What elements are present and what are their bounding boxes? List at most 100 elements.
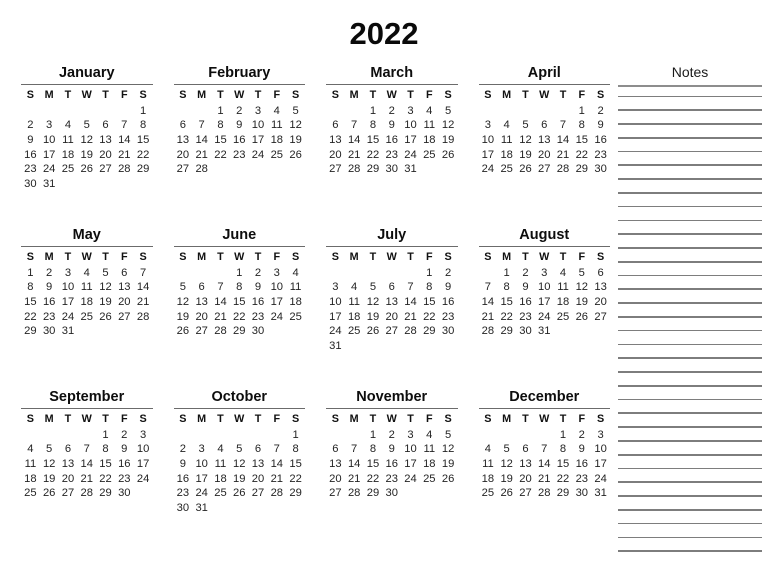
day-cell[interactable]: 10 — [535, 280, 554, 295]
day-cell[interactable]: 4 — [554, 266, 573, 281]
note-line[interactable] — [618, 426, 762, 428]
day-cell[interactable]: 30 — [115, 486, 134, 501]
day-cell[interactable]: 15 — [420, 295, 439, 310]
day-cell[interactable]: 21 — [554, 148, 573, 163]
day-cell[interactable]: 9 — [40, 280, 59, 295]
day-cell[interactable]: 23 — [382, 148, 401, 163]
day-cell[interactable]: 18 — [345, 310, 364, 325]
day-cell[interactable]: 6 — [516, 442, 535, 457]
note-line[interactable] — [618, 288, 762, 291]
day-cell[interactable]: 23 — [439, 310, 458, 325]
day-cell[interactable]: 3 — [535, 266, 554, 281]
day-cell[interactable]: 30 — [591, 162, 610, 177]
day-cell[interactable]: 11 — [286, 280, 305, 295]
day-cell[interactable]: 10 — [134, 442, 153, 457]
day-cell[interactable]: 13 — [535, 133, 554, 148]
day-cell[interactable]: 13 — [192, 295, 211, 310]
day-cell[interactable]: 25 — [420, 472, 439, 487]
day-cell[interactable]: 3 — [249, 104, 268, 119]
day-cell[interactable]: 8 — [211, 118, 230, 133]
day-cell[interactable]: 20 — [59, 472, 78, 487]
day-cell[interactable]: 1 — [211, 104, 230, 119]
day-cell[interactable]: 12 — [364, 295, 383, 310]
day-cell[interactable]: 10 — [326, 295, 345, 310]
day-cell[interactable]: 5 — [364, 280, 383, 295]
day-cell[interactable]: 27 — [326, 486, 345, 501]
day-cell[interactable]: 26 — [286, 148, 305, 163]
day-cell[interactable]: 18 — [286, 295, 305, 310]
day-cell[interactable]: 8 — [230, 280, 249, 295]
note-line[interactable] — [618, 219, 762, 222]
day-cell[interactable]: 21 — [211, 310, 230, 325]
day-cell[interactable]: 4 — [211, 442, 230, 457]
day-cell[interactable]: 16 — [230, 133, 249, 148]
day-cell[interactable]: 10 — [401, 118, 420, 133]
day-cell[interactable]: 21 — [192, 148, 211, 163]
day-cell[interactable]: 8 — [497, 280, 516, 295]
day-cell[interactable]: 27 — [192, 324, 211, 339]
day-cell[interactable]: 1 — [554, 428, 573, 443]
day-cell[interactable]: 2 — [572, 428, 591, 443]
day-cell[interactable]: 23 — [40, 310, 59, 325]
day-cell[interactable]: 18 — [497, 148, 516, 163]
day-cell[interactable]: 24 — [267, 310, 286, 325]
day-cell[interactable]: 3 — [59, 266, 78, 281]
day-cell[interactable]: 16 — [382, 133, 401, 148]
day-cell[interactable]: 4 — [420, 104, 439, 119]
day-cell[interactable]: 21 — [77, 472, 96, 487]
day-cell[interactable]: 11 — [267, 118, 286, 133]
day-cell[interactable]: 12 — [174, 295, 193, 310]
day-cell[interactable]: 12 — [497, 457, 516, 472]
day-cell[interactable]: 31 — [40, 177, 59, 192]
day-cell[interactable]: 4 — [77, 266, 96, 281]
day-cell[interactable]: 9 — [382, 118, 401, 133]
day-cell[interactable]: 20 — [96, 148, 115, 163]
day-cell[interactable]: 12 — [516, 133, 535, 148]
day-cell[interactable]: 28 — [535, 486, 554, 501]
day-cell[interactable]: 22 — [364, 472, 383, 487]
day-cell[interactable]: 30 — [40, 324, 59, 339]
day-cell[interactable]: 28 — [115, 162, 134, 177]
day-cell[interactable]: 17 — [326, 310, 345, 325]
day-cell[interactable]: 13 — [115, 280, 134, 295]
day-cell[interactable]: 1 — [572, 104, 591, 119]
day-cell[interactable]: 15 — [211, 133, 230, 148]
day-cell[interactable]: 10 — [401, 442, 420, 457]
day-cell[interactable]: 23 — [230, 148, 249, 163]
day-cell[interactable]: 15 — [134, 133, 153, 148]
day-cell[interactable]: 24 — [59, 310, 78, 325]
day-cell[interactable]: 28 — [211, 324, 230, 339]
note-line[interactable] — [618, 536, 762, 539]
day-cell[interactable]: 8 — [554, 442, 573, 457]
day-cell[interactable]: 22 — [364, 148, 383, 163]
day-cell[interactable]: 19 — [364, 310, 383, 325]
day-cell[interactable]: 18 — [211, 472, 230, 487]
day-cell[interactable]: 18 — [77, 295, 96, 310]
day-cell[interactable]: 16 — [382, 457, 401, 472]
day-cell[interactable]: 21 — [267, 472, 286, 487]
day-cell[interactable]: 1 — [364, 104, 383, 119]
day-cell[interactable]: 28 — [554, 162, 573, 177]
day-cell[interactable]: 30 — [382, 162, 401, 177]
day-cell[interactable]: 11 — [420, 118, 439, 133]
day-cell[interactable]: 31 — [401, 162, 420, 177]
note-line[interactable] — [618, 136, 762, 139]
note-line[interactable] — [618, 398, 762, 401]
note-line[interactable] — [618, 508, 762, 511]
day-cell[interactable]: 15 — [21, 295, 40, 310]
day-cell[interactable]: 9 — [516, 280, 535, 295]
day-cell[interactable]: 15 — [230, 295, 249, 310]
day-cell[interactable]: 27 — [174, 162, 193, 177]
day-cell[interactable]: 25 — [554, 310, 573, 325]
day-cell[interactable]: 26 — [230, 486, 249, 501]
day-cell[interactable]: 4 — [267, 104, 286, 119]
day-cell[interactable]: 16 — [572, 457, 591, 472]
day-cell[interactable]: 16 — [174, 472, 193, 487]
day-cell[interactable]: 18 — [59, 148, 78, 163]
day-cell[interactable]: 2 — [230, 104, 249, 119]
day-cell[interactable]: 1 — [286, 428, 305, 443]
day-cell[interactable]: 17 — [401, 457, 420, 472]
note-line[interactable] — [618, 481, 762, 484]
day-cell[interactable]: 18 — [21, 472, 40, 487]
day-cell[interactable]: 9 — [591, 118, 610, 133]
